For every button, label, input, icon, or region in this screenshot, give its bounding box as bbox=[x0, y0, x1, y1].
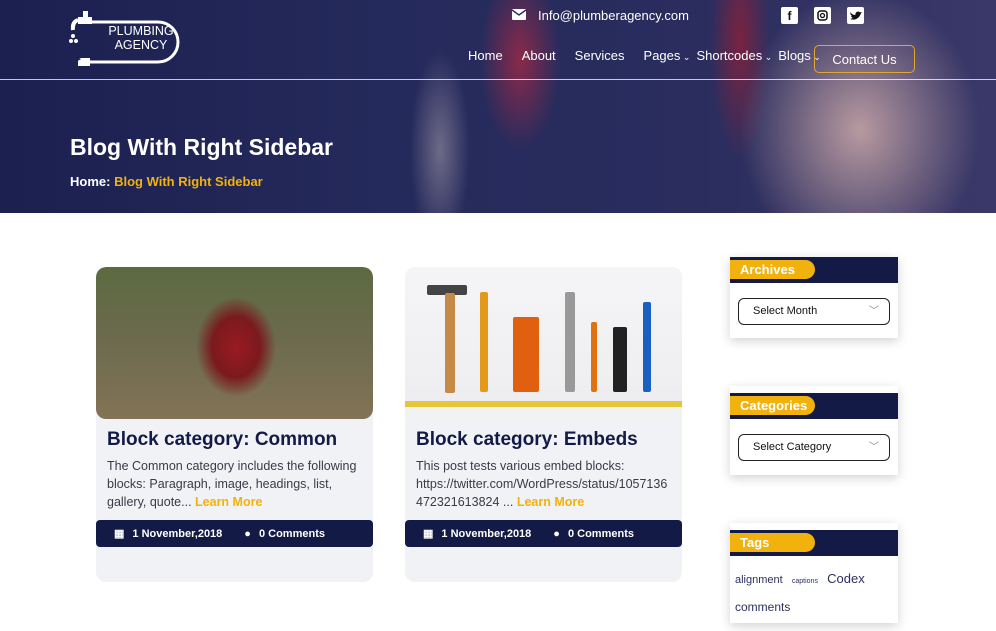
contact-email[interactable]: Info@plumberagency.com bbox=[511, 8, 689, 23]
tags-widget: Tags alignment captions Codex comments bbox=[730, 523, 898, 623]
widget-title: Tags bbox=[730, 533, 815, 552]
envelope-icon bbox=[511, 8, 527, 23]
nav-shortcodes[interactable]: Shortcodes ⌄ bbox=[696, 48, 772, 63]
breadcrumb-current: Blog With Right Sidebar bbox=[114, 174, 263, 189]
comment-icon: ● bbox=[553, 527, 560, 540]
tag-link[interactable]: captions bbox=[792, 578, 818, 585]
archives-widget: Archives Select Month ﹀ bbox=[730, 257, 898, 338]
post-image-hydrant[interactable] bbox=[96, 267, 373, 419]
twitter-icon[interactable] bbox=[847, 7, 864, 24]
categories-widget: Categories Select Category ﹀ bbox=[730, 386, 898, 475]
nav-pages[interactable]: Pages ⌄ bbox=[644, 48, 691, 63]
widget-title: Categories bbox=[730, 396, 815, 415]
page-title: Blog With Right Sidebar bbox=[70, 134, 333, 160]
nav-about[interactable]: About bbox=[522, 48, 556, 63]
post-image-tools[interactable] bbox=[405, 267, 682, 419]
chevron-down-icon: ⌄ bbox=[762, 52, 773, 62]
contact-us-button[interactable]: Contact Us bbox=[814, 45, 915, 73]
post-card: Block category: Embeds This post tests v… bbox=[405, 267, 682, 582]
instagram-icon[interactable] bbox=[814, 7, 831, 24]
tag-link[interactable]: comments bbox=[735, 600, 790, 614]
main-nav: Home About Services Pages ⌄ Shortcodes ⌄… bbox=[468, 48, 827, 63]
chevron-down-icon: ⌄ bbox=[680, 52, 691, 62]
post-meta: ▦ 1 November,2018 ● 0 Comments bbox=[405, 520, 682, 547]
widget-title: Archives bbox=[730, 260, 815, 279]
category-select[interactable]: Select Category ﹀ bbox=[738, 434, 890, 461]
tag-cloud: alignment captions Codex comments bbox=[730, 556, 898, 631]
post-excerpt: The Common category includes the followi… bbox=[107, 459, 357, 509]
post-card: Block category: Common The Common catego… bbox=[96, 267, 373, 582]
learn-more-link[interactable]: Learn More bbox=[195, 495, 262, 509]
calendar-icon: ▦ bbox=[114, 528, 125, 540]
post-title[interactable]: Block category: Embeds bbox=[416, 429, 671, 451]
post-meta: ▦ 1 November,2018 ● 0 Comments bbox=[96, 520, 373, 547]
learn-more-link[interactable]: Learn More bbox=[517, 495, 584, 509]
tag-link[interactable]: Codex bbox=[827, 571, 865, 586]
nav-home[interactable]: Home bbox=[468, 48, 503, 63]
breadcrumb-home[interactable]: Home bbox=[70, 174, 106, 189]
logo-text: PLUMBING AGENCY bbox=[108, 24, 174, 52]
tag-link[interactable]: alignment bbox=[735, 574, 783, 586]
breadcrumb: Home: Blog With Right Sidebar bbox=[70, 174, 263, 189]
chevron-down-icon: ﹀ bbox=[869, 442, 879, 453]
calendar-icon: ▦ bbox=[423, 528, 434, 540]
month-select[interactable]: Select Month ﹀ bbox=[738, 298, 890, 325]
header-divider bbox=[0, 79, 996, 80]
post-excerpt: This post tests various embed blocks: ht… bbox=[416, 459, 668, 509]
nav-services[interactable]: Services bbox=[575, 48, 625, 63]
chevron-down-icon: ﹀ bbox=[869, 306, 879, 317]
comments-link[interactable]: 0 Comments bbox=[259, 528, 325, 540]
comment-icon: ● bbox=[244, 527, 251, 540]
facebook-icon[interactable]: f bbox=[781, 7, 798, 24]
comments-link[interactable]: 0 Comments bbox=[568, 528, 634, 540]
post-title[interactable]: Block category: Common bbox=[107, 429, 362, 451]
